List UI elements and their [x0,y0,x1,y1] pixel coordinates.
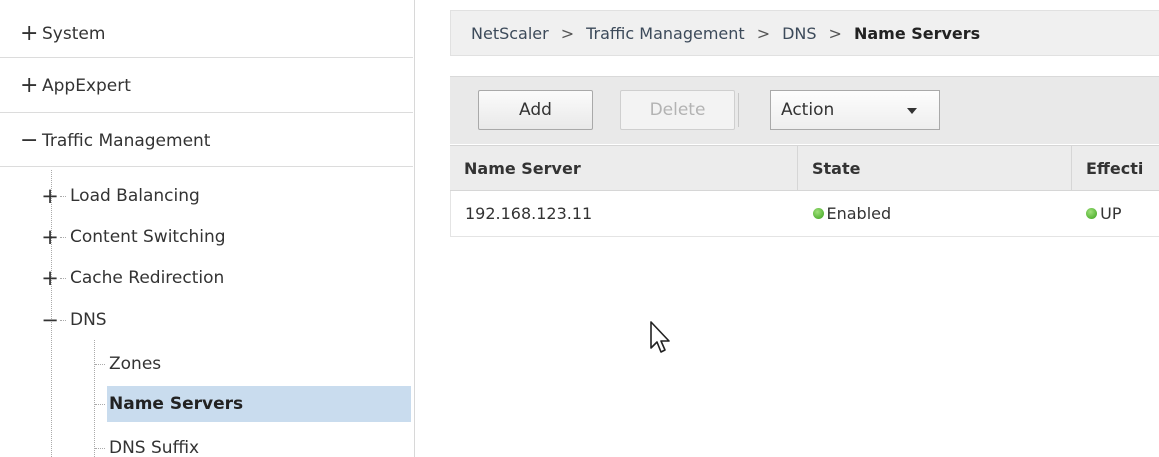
tree-connector [95,447,105,449]
green-dot-icon [1086,208,1098,219]
green-dot-icon [812,208,824,219]
nav-item-dns[interactable]: − DNS [40,306,107,334]
nav-item-cache-redirection[interactable]: + Cache Redirection [40,264,224,292]
toolbar: Add Delete Action [450,76,1159,144]
tree-connector [60,319,66,321]
nav-item-label: DNS [70,310,107,330]
nav-item-zones[interactable]: Zones [95,346,395,382]
name-servers-table: Name Server State Effecti 192.168.123.11… [450,145,1159,237]
effective-state-text: UP [1100,204,1122,223]
breadcrumb-separator: > [560,23,575,43]
breadcrumb-separator: > [756,23,771,43]
cell-state: Enabled [799,191,1073,236]
nav-item-load-balancing[interactable]: + Load Balancing [40,182,200,210]
nav-item-label: DNS Suffix [109,438,200,457]
action-dropdown-label: Action [781,100,835,120]
tree-connector [60,277,66,279]
delete-button[interactable]: Delete [620,90,735,130]
breadcrumb-link-dns[interactable]: DNS [782,24,816,43]
tree-connector [60,195,66,197]
breadcrumb-link-netscaler[interactable]: NetScaler [471,24,549,43]
expand-icon[interactable]: + [20,22,38,45]
nav-item-label: Zones [109,354,162,374]
cell-name-server: 192.168.123.11 [465,204,593,223]
expand-icon[interactable]: + [40,226,60,248]
column-header-name-server[interactable]: Name Server [450,146,798,190]
tree-connector [95,363,105,365]
state-text: Enabled [826,204,892,223]
action-dropdown[interactable]: Action [770,90,940,130]
collapse-icon[interactable]: − [20,129,38,152]
tree-connector [60,236,66,238]
breadcrumb-link-traffic-management[interactable]: Traffic Management [586,24,745,43]
expand-icon[interactable]: + [40,267,60,289]
nav-item-appexpert[interactable]: + AppExpert [0,60,413,113]
nav-item-label: AppExpert [42,76,131,96]
breadcrumb: NetScaler > Traffic Management > DNS > N… [450,10,1159,56]
breadcrumb-separator: > [828,23,842,43]
nav-item-label: Name Servers [109,394,244,414]
nav-item-label: System [42,23,106,44]
expand-icon[interactable]: + [40,185,60,207]
nav-item-label: Content Switching [70,227,226,247]
table-header: Name Server State Effecti [450,145,1159,191]
nav-item-system[interactable]: + System [0,10,413,58]
nav-item-label: Load Balancing [70,186,200,206]
nav-item-traffic-management[interactable]: − Traffic Management [0,115,413,167]
nav-item-name-servers[interactable]: Name Servers [95,386,411,422]
nav-item-dns-suffix[interactable]: DNS Suffix [95,430,199,457]
toolbar-divider [738,93,739,127]
add-button[interactable]: Add [478,90,593,130]
navigation-sidebar: + System + AppExpert − Traffic Managemen… [0,0,415,457]
expand-icon[interactable]: + [20,75,38,97]
mouse-pointer-icon [650,321,670,353]
cell-effective-state: UP [1072,191,1159,236]
breadcrumb-current: Name Servers [853,23,981,43]
collapse-icon[interactable]: − [40,309,60,331]
nav-item-label: Traffic Management [42,130,211,151]
nav-item-label: Cache Redirection [70,268,225,288]
chevron-down-icon [907,108,917,114]
column-header-state[interactable]: State [798,146,1072,190]
nav-item-content-switching[interactable]: + Content Switching [40,223,226,251]
tree-connector [95,403,105,405]
column-header-effective-state[interactable]: Effecti [1072,146,1159,190]
table-row[interactable]: 192.168.123.11 Enabled UP [450,191,1159,237]
